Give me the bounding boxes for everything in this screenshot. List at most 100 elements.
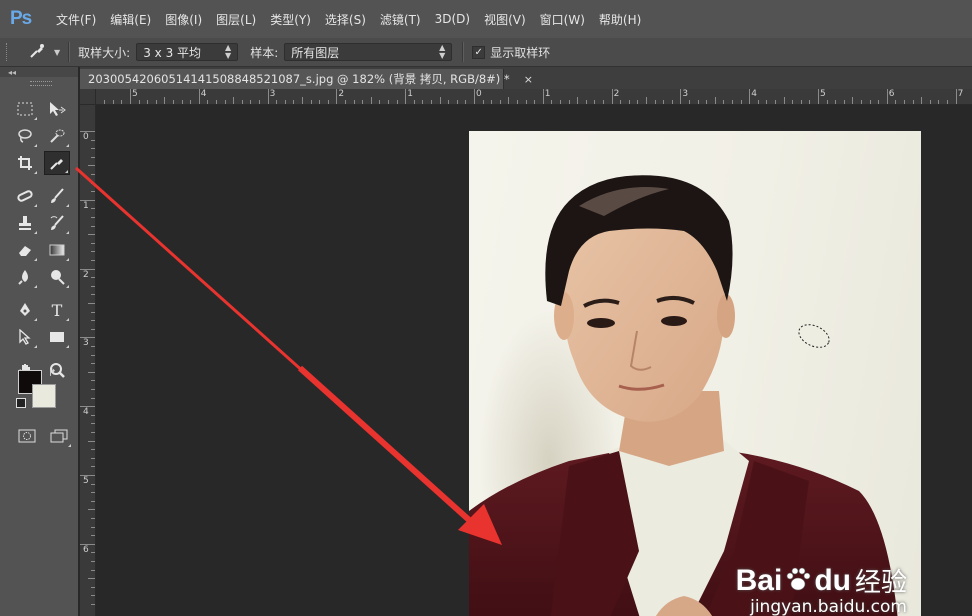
ruler-label: 5 — [83, 476, 89, 486]
ruler-minor-tick — [147, 100, 149, 104]
ruler-minor-tick — [362, 100, 364, 104]
ruler-minor-tick — [912, 100, 914, 104]
ruler-label: 3 — [83, 338, 89, 349]
menu-select[interactable]: 选择(S) — [319, 11, 374, 28]
lasso-tool[interactable] — [12, 124, 38, 148]
crop-tool[interactable] — [12, 151, 38, 175]
ruler-minor-tick — [91, 242, 95, 244]
sample-size-select[interactable]: 3 x 3 平均 ▲ ▼ — [136, 43, 239, 61]
ruler-label: 4 — [83, 407, 89, 418]
show-sampling-ring-checkbox[interactable]: ✓ — [472, 45, 486, 59]
ruler-minor-tick — [861, 100, 862, 104]
eraser-tool[interactable] — [12, 238, 38, 262]
sample-select[interactable]: 所有图层 ▲ ▼ — [284, 43, 453, 61]
ruler-minor-tick — [431, 100, 432, 104]
sample-size-label: 取样大小: — [78, 45, 131, 60]
path-selection-tool[interactable] — [12, 325, 38, 349]
ruler-major-tick — [886, 89, 888, 104]
document-tab[interactable]: 20300542060514141508848521087_s.jpg @ 18… — [80, 69, 533, 89]
document-title: 20300542060514141508848521087_s.jpg @ 18… — [88, 72, 510, 86]
swap-colors-icon[interactable]: ↱ — [48, 368, 56, 379]
ruler-minor-tick — [800, 100, 802, 104]
ruler-minor-tick — [319, 100, 321, 104]
background-color-swatch[interactable] — [32, 384, 56, 408]
ruler-minor-tick — [233, 97, 235, 104]
move-tool[interactable] — [44, 97, 70, 121]
collapse-panel-button[interactable]: ◂◂ — [0, 67, 78, 77]
ruler-minor-tick — [91, 182, 95, 184]
ruler-minor-tick — [637, 100, 639, 104]
pen-tool[interactable] — [12, 298, 38, 322]
sample-label: 样本: — [250, 45, 279, 60]
menu-help[interactable]: 帮助(H) — [593, 11, 649, 28]
brush-tool[interactable] — [44, 184, 70, 208]
blur-tool[interactable] — [12, 265, 38, 289]
menu-file[interactable]: 文件(F) — [50, 11, 104, 28]
show-sampling-ring-label: 显示取样环 — [490, 45, 551, 60]
ruler-minor-tick — [293, 100, 295, 104]
vertical-ruler[interactable]: 0 1 2 3 4 5 6 — [80, 105, 96, 616]
ruler-minor-tick — [91, 208, 95, 210]
ruler-minor-tick — [91, 363, 95, 365]
ruler-minor-tick — [91, 595, 95, 597]
tool-preset-picker[interactable]: ▼ — [28, 42, 60, 63]
gradient-tool[interactable] — [44, 238, 70, 262]
close-tab-icon[interactable]: × — [524, 73, 533, 86]
ruler-minor-tick — [91, 217, 95, 218]
ruler-minor-tick — [353, 100, 355, 104]
menu-3d[interactable]: 3D(D) — [429, 12, 478, 26]
ruler-minor-tick — [112, 100, 114, 104]
ruler-minor-tick — [585, 100, 587, 104]
portrait-photo[interactable]: Bai du 经验 jingyan.baidu.com — [469, 131, 921, 616]
ruler-minor-tick — [91, 380, 95, 382]
ruler-minor-tick — [259, 100, 260, 104]
healing-brush-tool[interactable] — [12, 184, 38, 208]
ruler-minor-tick — [714, 97, 716, 104]
sample-value: 所有图层 — [291, 45, 340, 60]
ruler-origin[interactable] — [80, 89, 96, 105]
menu-view[interactable]: 视图(V) — [478, 11, 534, 28]
ruler-minor-tick — [284, 100, 286, 104]
ruler-minor-tick — [88, 234, 95, 236]
menu-window[interactable]: 窗口(W) — [534, 11, 593, 28]
ruler-minor-tick — [345, 100, 346, 104]
ruler-minor-tick — [525, 100, 527, 104]
history-brush-tool[interactable] — [44, 211, 70, 235]
eyedropper-icon — [28, 42, 46, 63]
panel-grip[interactable] — [30, 81, 52, 86]
options-grip[interactable] — [6, 43, 10, 61]
type-tool[interactable]: T — [44, 298, 70, 322]
default-colors-icon[interactable] — [16, 398, 26, 408]
baidu-watermark: Bai du 经验 jingyan.baidu.com — [736, 562, 907, 616]
ruler-minor-tick — [740, 100, 742, 104]
ruler-minor-tick — [370, 97, 372, 104]
ruler-minor-tick — [91, 294, 95, 296]
ruler-minor-tick — [91, 397, 95, 399]
ruler-minor-tick — [482, 100, 484, 104]
marquee-tool[interactable] — [12, 97, 38, 121]
quick-mask-button[interactable] — [14, 424, 40, 448]
menu-type[interactable]: 类型(Y) — [264, 11, 319, 28]
eyedropper-tool[interactable] — [44, 151, 70, 175]
menu-edit[interactable]: 编辑(E) — [104, 11, 159, 28]
menu-filter[interactable]: 滤镜(T) — [374, 11, 429, 28]
portrait-image — [469, 175, 898, 616]
ruler-minor-tick — [379, 100, 381, 104]
ruler-minor-tick — [91, 139, 95, 141]
clone-stamp-tool[interactable] — [12, 211, 38, 235]
canvas-area[interactable]: Bai du 经验 jingyan.baidu.com — [96, 105, 972, 616]
ruler-minor-tick — [241, 100, 243, 104]
ruler-minor-tick — [628, 100, 630, 104]
horizontal-ruler[interactable]: 5 4 3 2 1 0 1 2 3 4 5 6 7 — [96, 89, 972, 105]
ruler-minor-tick — [577, 97, 579, 104]
menu-image[interactable]: 图像(I) — [159, 11, 210, 28]
quick-selection-tool[interactable] — [44, 124, 70, 148]
updown-arrows-icon: ▲ ▼ — [439, 43, 446, 60]
menu-layer[interactable]: 图层(L) — [210, 11, 264, 28]
ruler-minor-tick — [310, 100, 312, 104]
chevron-down-icon: ▼ — [54, 47, 61, 57]
rectangle-tool[interactable] — [44, 325, 70, 349]
screen-mode-button[interactable] — [46, 424, 72, 448]
dodge-tool[interactable] — [44, 265, 70, 289]
ruler-minor-tick — [869, 100, 871, 104]
